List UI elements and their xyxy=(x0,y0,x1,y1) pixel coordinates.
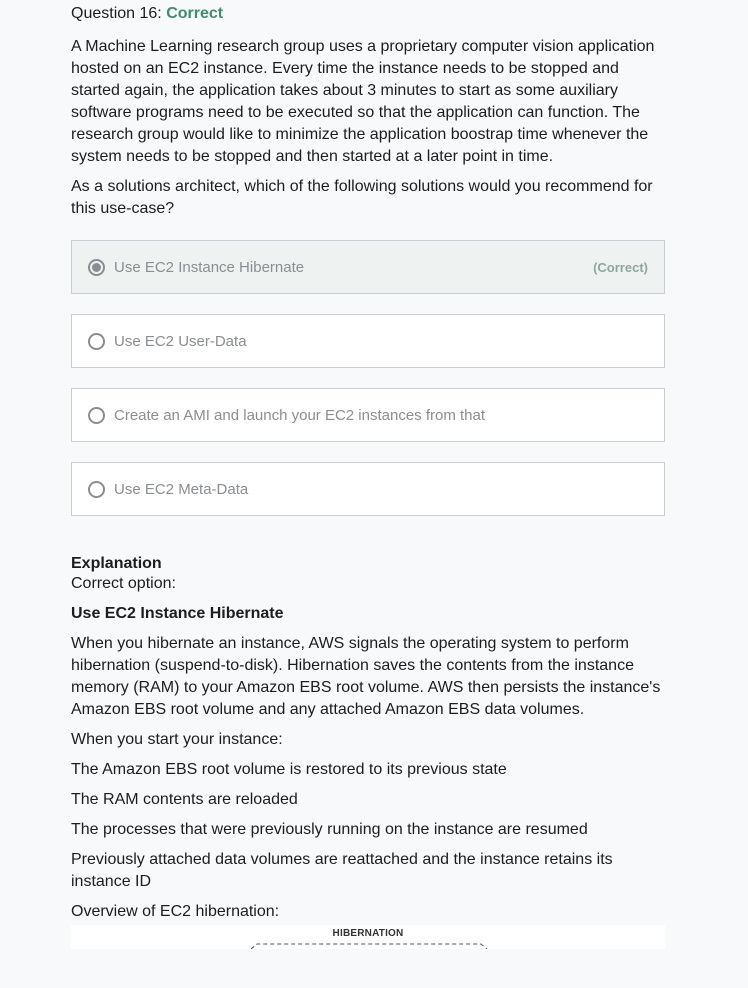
answer-option-label: Use EC2 User-Data xyxy=(114,332,247,350)
explanation-title: Use EC2 Instance Hibernate xyxy=(71,605,284,622)
explanation-paragraph: The Amazon EBS root volume is restored t… xyxy=(71,761,507,778)
question-number: Question 16: xyxy=(71,5,162,22)
explanation-section: Explanation Correct option: Use EC2 Inst… xyxy=(71,554,665,949)
diagram-dashed-arc xyxy=(250,943,488,949)
result-status: Correct xyxy=(166,5,224,22)
explanation-paragraph: Overview of EC2 hibernation: xyxy=(71,903,280,920)
radio-selected-icon[interactable] xyxy=(88,258,105,276)
question-header: Question 16: Correct xyxy=(71,3,665,25)
answer-option-4[interactable]: Use EC2 Meta-Data xyxy=(71,462,665,516)
explanation-paragraph: The processes that were previously runni… xyxy=(71,821,588,838)
radio-icon[interactable] xyxy=(88,332,105,350)
answer-option-2[interactable]: Use EC2 User-Data xyxy=(71,314,665,368)
explanation-paragraph: When you start your instance: xyxy=(71,731,283,748)
question-prompt: As a solutions architect, which of the f… xyxy=(71,178,653,217)
correct-tag: (Correct) xyxy=(593,259,648,275)
answer-option-label: Use EC2 Instance Hibernate xyxy=(114,258,305,276)
explanation-paragraph: When you hibernate an instance, AWS sign… xyxy=(71,635,661,718)
question-panel: Question 16: Correct A Machine Learning … xyxy=(71,0,665,949)
answer-option-3[interactable]: Create an AMI and launch your EC2 instan… xyxy=(71,388,665,442)
answer-option-1[interactable]: Use EC2 Instance Hibernate (Correct) xyxy=(71,240,665,294)
radio-icon[interactable] xyxy=(88,480,105,498)
answer-options: Use EC2 Instance Hibernate (Correct) Use… xyxy=(71,240,665,516)
radio-icon[interactable] xyxy=(88,406,105,424)
explanation-heading: Explanation xyxy=(71,555,162,572)
question-text: A Machine Learning research group uses a… xyxy=(71,38,655,165)
hibernation-diagram: HIBERNATION xyxy=(71,925,665,949)
explanation-paragraph: Previously attached data volumes are rea… xyxy=(71,851,613,890)
answer-option-label: Use EC2 Meta-Data xyxy=(114,480,249,498)
explanation-paragraph: The RAM contents are reloaded xyxy=(71,791,298,808)
answer-option-label: Create an AMI and launch your EC2 instan… xyxy=(114,406,486,424)
explanation-subheading: Correct option: xyxy=(71,575,176,592)
